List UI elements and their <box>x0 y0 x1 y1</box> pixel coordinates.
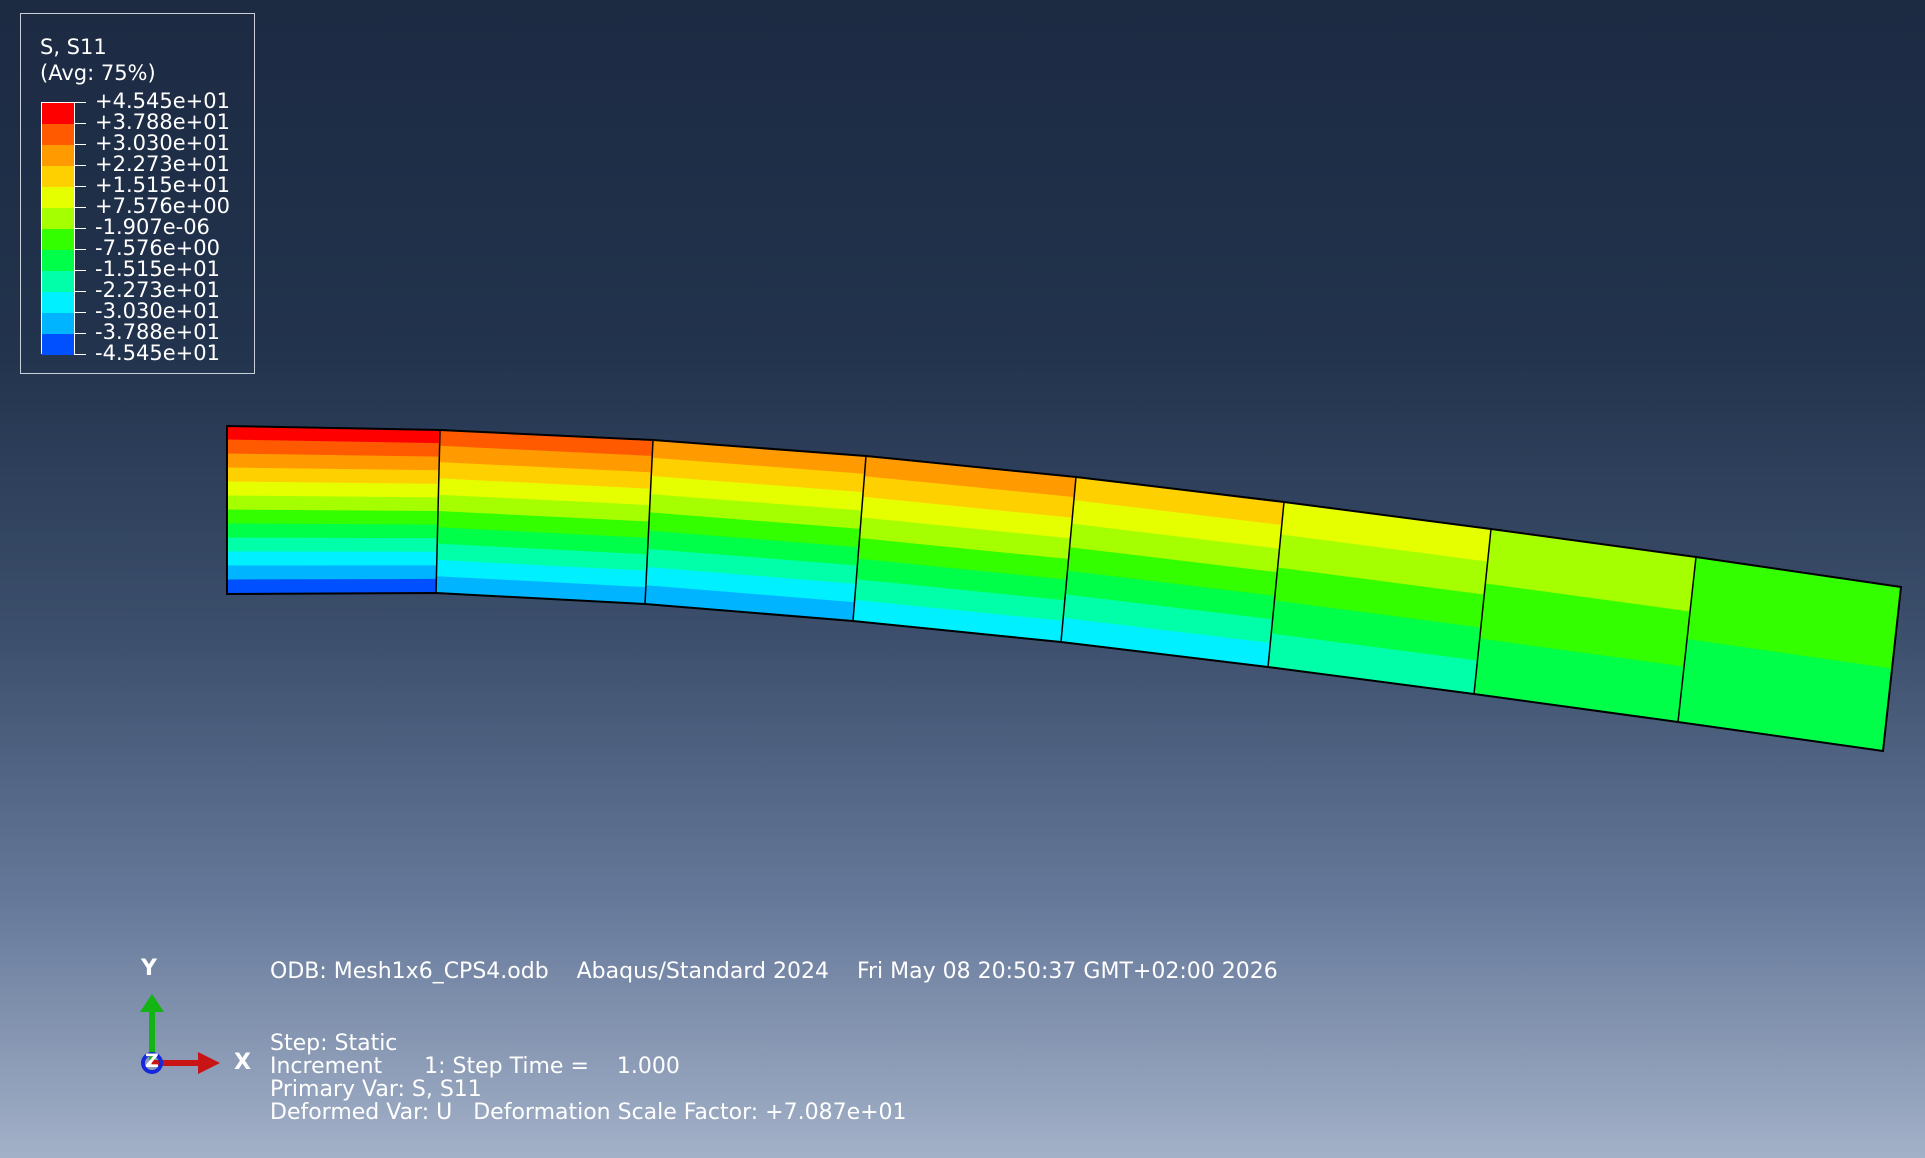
step-info: Step: Static <box>270 1031 398 1056</box>
odb-info-line: ODB: Mesh1x6_CPS4.odb Abaqus/Standard 20… <box>270 959 1278 984</box>
primary-var-info: Primary Var: S, S11 <box>270 1077 482 1102</box>
viewport-info: ODB: Mesh1x6_CPS4.odb Abaqus/Standard 20… <box>0 0 1925 1158</box>
deformed-var-info: Deformed Var: U Deformation Scale Factor… <box>270 1100 907 1125</box>
increment-info: Increment 1: Step Time = 1.000 <box>270 1054 680 1079</box>
